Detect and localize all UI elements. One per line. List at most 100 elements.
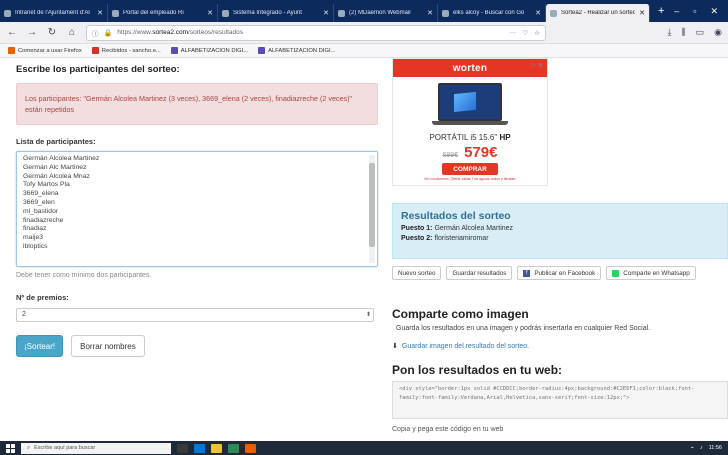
- new-draw-button[interactable]: Nuevo sorteo: [392, 266, 442, 280]
- clear-names-button[interactable]: Borrar nombres: [71, 335, 145, 357]
- navigation-bar: ← → ↻ ⌂ ⓘ 🔒 https://www.sortea2.com/sort…: [0, 22, 728, 44]
- home-icon[interactable]: ⌂: [66, 27, 78, 38]
- bookmark-label: Comenzar a usar Firefox: [18, 47, 82, 54]
- bookmark-item[interactable]: ALFABETIZACION DIGI...: [170, 47, 248, 54]
- edge-icon[interactable]: [194, 443, 205, 453]
- close-tab-icon[interactable]: ✕: [207, 9, 213, 17]
- close-tab-icon[interactable]: ✕: [97, 9, 103, 17]
- window-controls: – ▫ ✕: [674, 6, 728, 17]
- network-icon[interactable]: ⌁: [691, 445, 694, 451]
- close-tab-icon[interactable]: ✕: [535, 9, 541, 17]
- back-icon[interactable]: ←: [6, 27, 18, 38]
- url-bar[interactable]: ⓘ 🔒 https://www.sortea2.com/sorteos/resu…: [86, 24, 546, 41]
- tab-favicon-icon: [550, 9, 557, 17]
- tab-label: Intranet de l'Ajuntament d'Al: [15, 10, 90, 16]
- participants-textarea[interactable]: Germán Alcolea Martinez Germán Alc Martin…: [16, 151, 378, 267]
- tab-label: Sortea2 - Realizar un sorteo: [561, 10, 636, 16]
- browser-tab[interactable]: (2) MDaemon Webmail ✕: [334, 4, 438, 22]
- tab-strip: Intranet de l'Ajuntament d'Al ✕ Portal del…: [0, 0, 650, 22]
- browser-tab[interactable]: Sistema Integrado - Ayunt ✕: [218, 4, 334, 22]
- bookmarks-bar: Comenzar a usar Firefox Recibidos - sanch…: [0, 44, 728, 58]
- chrome-icon[interactable]: [228, 443, 239, 453]
- ad-title: PORTÁTIL i5 15.6" HP: [429, 133, 511, 142]
- browser-tab[interactable]: Sortea2 - Realizar un sorteo ✕: [546, 4, 650, 22]
- toolbar-icons: ⤓ ⫼ ▭ ◉: [668, 27, 723, 38]
- participant-line: Tofy Martos Pla: [23, 181, 70, 189]
- tab-favicon-icon: [112, 9, 119, 17]
- system-tray: ⌁ ♪ 11:56: [691, 445, 722, 451]
- tab-label: (2) MDaemon Webmail: [349, 10, 411, 16]
- participant-line: 3669_elen: [23, 198, 55, 206]
- save-results-button[interactable]: Guardar resultados: [446, 266, 513, 280]
- bookmark-item[interactable]: Comenzar a usar Firefox: [8, 47, 82, 54]
- scroll-thumb[interactable]: [369, 163, 375, 247]
- participants-form: Escribe los participantes del sorteo: Lo…: [16, 58, 378, 357]
- embed-code-box[interactable]: <div style="border:1px solid #CCDDCC;bor…: [392, 381, 728, 419]
- participant-line: ml_bastidor: [23, 207, 59, 215]
- maximize-button[interactable]: ▫: [693, 6, 696, 17]
- browser-tab[interactable]: Intranet de l'Ajuntament d'Al ✕: [0, 4, 108, 22]
- close-window-button[interactable]: ✕: [710, 6, 718, 17]
- share-buttons: Nuevo sorteo Guardar resultados f Publica…: [392, 266, 696, 280]
- sidebar-icon[interactable]: ▭: [696, 27, 705, 38]
- textarea-scrollbar[interactable]: [369, 155, 375, 263]
- facebook-icon: f: [523, 269, 531, 277]
- whatsapp-button[interactable]: Comparte en Whatsapp: [606, 266, 696, 280]
- file-explorer-icon[interactable]: [211, 443, 222, 453]
- facebook-button[interactable]: f Publicar en Facebook: [517, 266, 602, 280]
- web-section-title: Pon los resultados en tu web:: [392, 363, 563, 377]
- bookmark-item[interactable]: ALFABETIZACION DIGI...: [258, 47, 335, 54]
- close-tab-icon[interactable]: ✕: [323, 9, 329, 17]
- page-actions-icon[interactable]: ···: [510, 29, 517, 37]
- adchoices-icon[interactable]: ▷ ✕: [532, 62, 543, 69]
- tab-favicon-icon: [442, 9, 449, 17]
- worten-logo: worten: [452, 62, 488, 74]
- participant-line: maije3: [23, 234, 44, 242]
- downloads-icon[interactable]: ⤓: [668, 27, 672, 38]
- volume-icon[interactable]: ♪: [700, 445, 703, 451]
- extension-icon[interactable]: ◉: [714, 27, 722, 38]
- tab-label: Sistema Integrado - Ayunt: [233, 10, 302, 16]
- results-title: Resultados del sorteo: [401, 210, 511, 222]
- bookmark-item[interactable]: Recibidos - sancho.e...: [91, 47, 161, 54]
- old-price: 699€: [442, 152, 459, 159]
- info-icon[interactable]: ⓘ: [92, 28, 99, 38]
- winner-row: Puesto 2: floristeriamiromar: [401, 235, 489, 242]
- minimize-button[interactable]: –: [674, 6, 679, 17]
- draw-button[interactable]: ¡Sortear!: [16, 335, 64, 357]
- forward-icon[interactable]: →: [26, 27, 38, 38]
- share-image-title: Comparte como imagen: [392, 307, 529, 321]
- browser-tabbar: Intranet de l'Ajuntament d'Al ✕ Portal del…: [0, 0, 728, 22]
- participants-list: Germán Alcolea Martinez Germán Alc Martin…: [23, 155, 371, 252]
- save-image-link[interactable]: ⬇ Guardar imagen del resultado del sorte…: [392, 342, 529, 351]
- browser-tab[interactable]: elks alcoy - Buscar con Go ✕: [438, 4, 546, 22]
- copy-code-text: Copia y pega este código en tu web: [392, 426, 504, 433]
- bookmark-label: Recibidos - sancho.e...: [101, 47, 161, 54]
- bookmark-icon: [8, 47, 15, 54]
- close-tab-icon[interactable]: ✕: [427, 9, 433, 17]
- pocket-icon[interactable]: ♡: [522, 29, 528, 37]
- advertisement[interactable]: worten ▷ ✕ PORTÁTIL i5 15.6" HP 699€ 579…: [392, 58, 548, 186]
- participant-line: Germán Alc Martinez: [23, 163, 87, 171]
- laptop-image: [432, 83, 508, 125]
- spinner-icon[interactable]: ⬍: [366, 311, 371, 318]
- browser-tab[interactable]: Portal del empleado Ri ✕: [108, 4, 218, 22]
- ad-buy-button[interactable]: COMPRAR: [442, 163, 498, 175]
- prizes-input[interactable]: 2 ⬍: [16, 308, 374, 322]
- new-tab-button[interactable]: +: [650, 5, 672, 17]
- url-text: https://www.sortea2.com/sorteos/resultad…: [117, 29, 243, 36]
- library-icon[interactable]: ⫼: [681, 27, 685, 38]
- start-icon[interactable]: [6, 443, 15, 453]
- tab-favicon-icon: [4, 9, 11, 17]
- tab-favicon-icon: [338, 9, 345, 17]
- bookmark-star-icon[interactable]: ☆: [534, 29, 540, 37]
- taskbar-search[interactable]: ⌕ Escribe aquí para buscar: [21, 442, 171, 454]
- list-label: Lista de participantes:: [16, 137, 96, 146]
- bookmark-icon: [258, 47, 266, 54]
- task-view-icon[interactable]: [177, 443, 188, 453]
- reload-icon[interactable]: ↻: [46, 27, 58, 38]
- close-tab-icon[interactable]: ✕: [639, 9, 645, 17]
- ad-prices: 699€ 579€: [393, 144, 547, 161]
- firefox-icon[interactable]: [245, 443, 256, 453]
- clock[interactable]: 11:56: [709, 445, 722, 451]
